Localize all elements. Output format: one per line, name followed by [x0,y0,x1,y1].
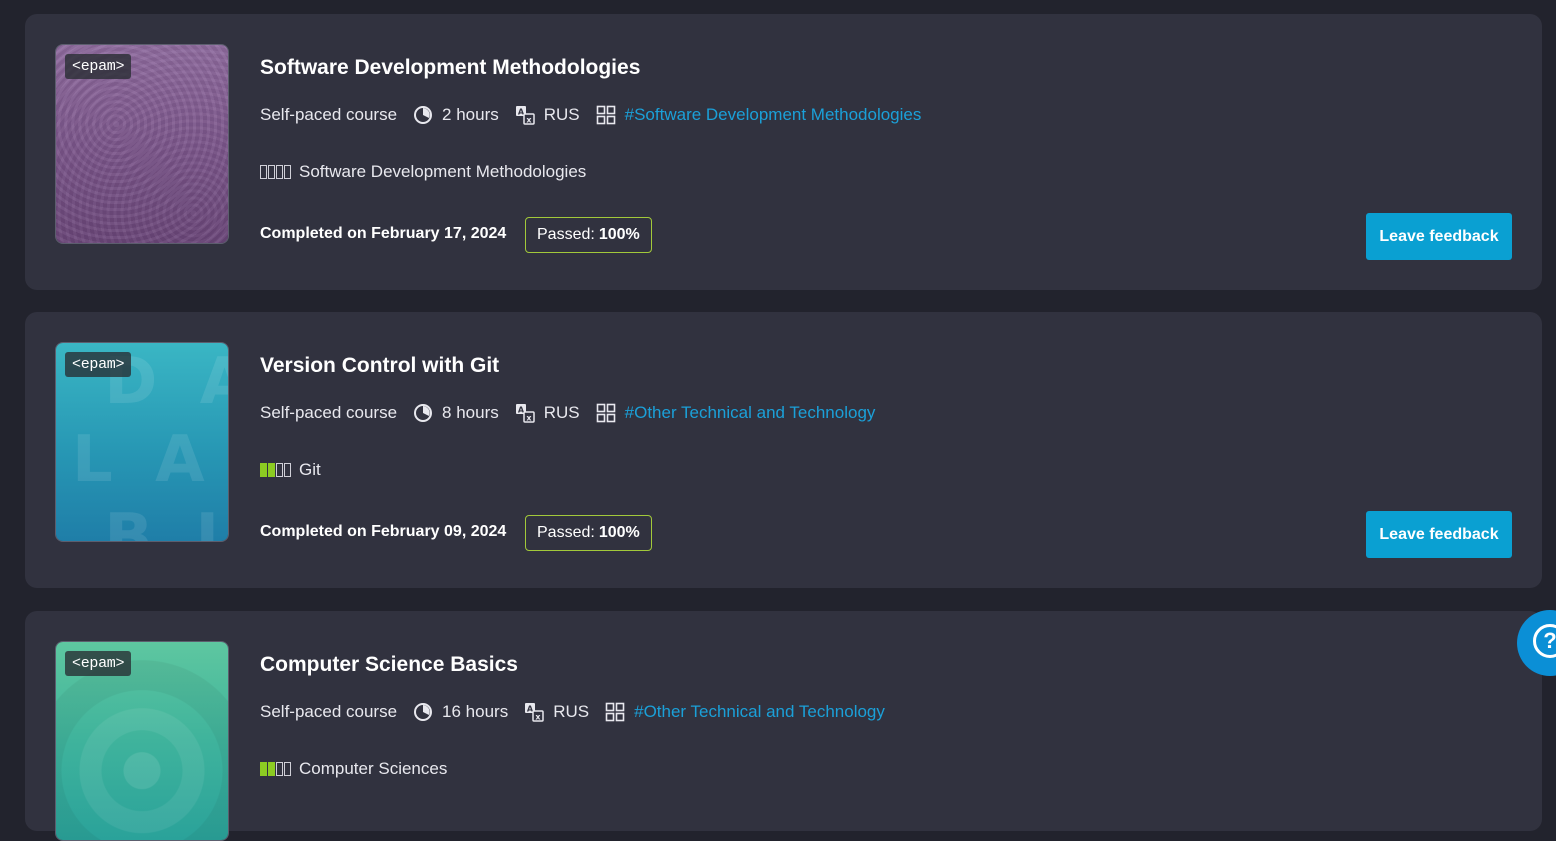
course-card: <epam> Software Development Methodologie… [25,14,1542,290]
clock-icon [413,403,433,423]
svg-text:x: x [536,713,542,722]
course-duration: 8 hours [442,403,499,422]
course-duration: 16 hours [442,702,509,721]
epam-logo: <epam> [65,352,132,377]
category-tag-link[interactable]: #Software Development Methodologies [625,105,922,125]
translate-icon: Ax [515,403,535,423]
course-language: RUS [553,702,590,721]
course-meta: Self-paced course 2 hours Ax RUS #Softwa… [260,103,921,127]
clock-icon [413,702,433,722]
course-duration: 2 hours [442,105,499,124]
leave-feedback-button[interactable]: Leave feedback [1366,213,1512,260]
skill-name: Git [299,460,321,479]
skill-row: Git [260,460,321,480]
skill-name: Computer Sciences [299,759,448,778]
translate-icon: Ax [524,702,544,722]
grid-icon [605,702,625,722]
passed-value: 100% [598,226,640,243]
grid-icon [596,105,616,125]
skill-level-bars [260,762,291,776]
passed-value: 100% [598,524,640,541]
course-language: RUS [543,105,580,124]
course-title[interactable]: Version Control with Git [260,354,499,378]
epam-logo: <epam> [65,651,132,676]
completion-date: Completed on February 17, 2024 [260,225,507,242]
svg-text:x: x [526,414,532,423]
course-type: Self-paced course [260,702,398,721]
course-type: Self-paced course [260,105,398,124]
course-title[interactable]: Computer Science Basics [260,653,518,677]
question-mark-icon: ? [1533,624,1556,658]
course-type: Self-paced course [260,403,398,422]
passed-label: Passed: [537,524,595,541]
clock-icon [413,105,433,125]
category-tag-link[interactable]: #Other Technical and Technology [625,403,876,423]
completion-date: Completed on February 09, 2024 [260,523,507,540]
passed-label: Passed: [537,226,595,243]
course-meta: Self-paced course 16 hours Ax RUS #Other… [260,700,885,724]
skill-level-bars [260,463,291,477]
passed-badge: Passed: 100% [525,515,652,551]
translate-icon: Ax [515,105,535,125]
course-meta: Self-paced course 8 hours Ax RUS #Other … [260,401,875,425]
course-card: <epam> Computer Science Basics Self-pace… [25,611,1542,841]
course-thumbnail[interactable]: D A L A B U <epam> [55,342,229,542]
course-title[interactable]: Software Development Methodologies [260,56,640,80]
skill-row: Software Development Methodologies [260,162,586,182]
course-thumbnail[interactable]: <epam> [55,641,229,841]
category-tag-link[interactable]: #Other Technical and Technology [634,702,885,722]
passed-badge: Passed: 100% [525,217,652,253]
course-card: D A L A B U <epam> Version Control with … [25,312,1542,588]
skill-level-bars [260,165,291,179]
svg-text:x: x [526,116,532,125]
course-thumbnail[interactable]: <epam> [55,44,229,244]
grid-icon [596,403,616,423]
leave-feedback-button[interactable]: Leave feedback [1366,511,1512,558]
course-language: RUS [543,403,580,422]
skill-name: Software Development Methodologies [299,162,587,181]
epam-logo: <epam> [65,54,132,79]
skill-row: Computer Sciences [260,759,447,779]
